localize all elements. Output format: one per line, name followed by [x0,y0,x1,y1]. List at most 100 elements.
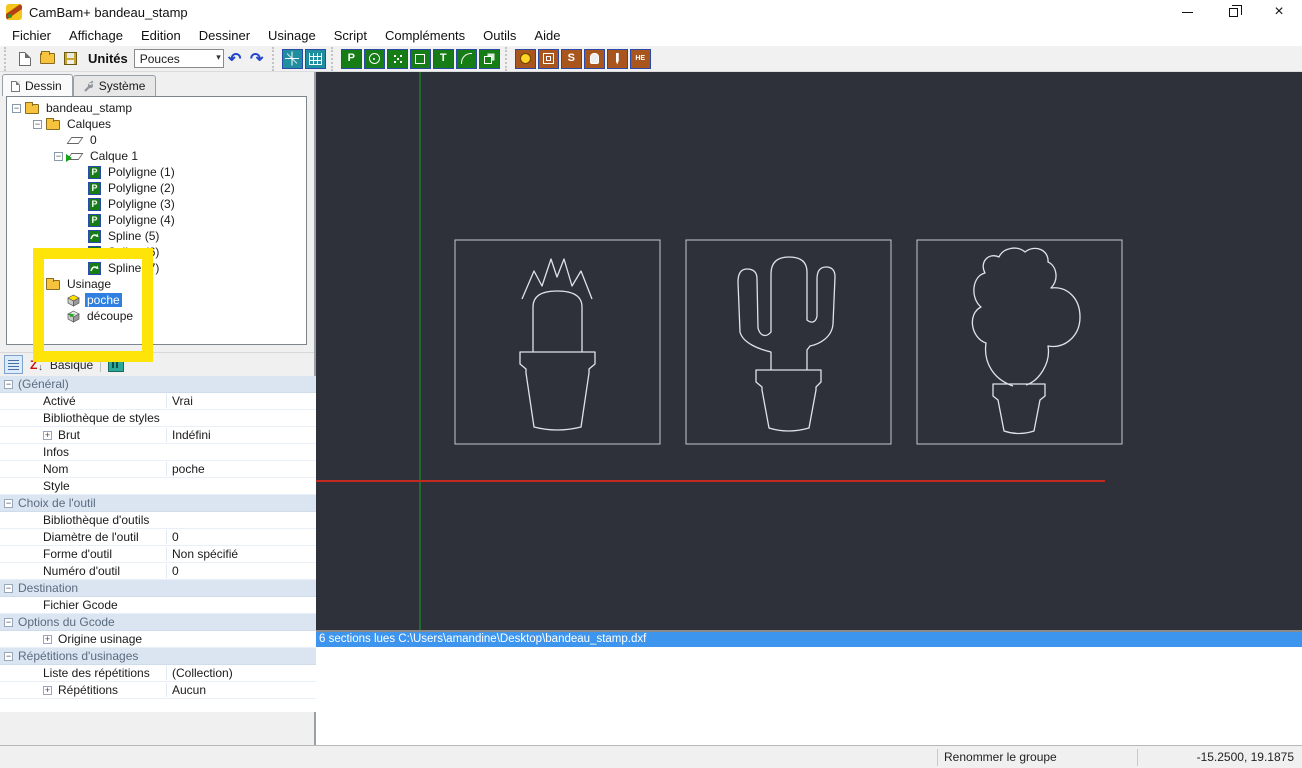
engrave-op-button[interactable]: S [560,48,582,69]
tree-label[interactable]: Spline (5) [106,229,161,243]
pocket-op-button[interactable] [514,48,536,69]
tree-row-polyline3[interactable]: P Polyligne (3) [7,196,306,212]
property-category[interactable]: − Répétitions d'usinages [0,648,316,665]
property-row[interactable]: Fichier Gcode [0,597,316,614]
property-value[interactable]: (Collection) [166,666,316,680]
tree-label[interactable]: Polyligne (1) [106,165,177,179]
tree-row-layer0[interactable]: 0 [7,132,306,148]
redo-button[interactable]: ↷ [247,49,267,69]
property-row[interactable]: Diamètre de l'outil 0 [0,529,316,546]
drawing-canvas[interactable] [316,72,1302,630]
property-row[interactable]: + Origine usinage [0,631,316,648]
expand-icon[interactable]: + [43,685,52,695]
property-row[interactable]: Numéro d'outil 0 [0,563,316,580]
tree-row-spline5[interactable]: Spline (5) [7,228,306,244]
expand-icon[interactable]: + [43,634,52,644]
tab-dessin[interactable]: Dessin [2,74,73,96]
show-axes-button[interactable] [281,48,303,69]
tree-row-root[interactable]: − bandeau_stamp [7,100,306,116]
draw-circle-button[interactable] [363,48,385,69]
menu-fichier[interactable]: Fichier [3,26,60,45]
tree-label[interactable]: Polyligne (2) [106,181,177,195]
expander-icon[interactable]: − [33,119,42,129]
tree-label[interactable]: Polyligne (4) [106,213,177,227]
property-row[interactable]: Forme d'outil Non spécifié [0,546,316,563]
tree-row-calque1[interactable]: − Calque 1 [7,148,306,164]
property-category[interactable]: − Destination [0,580,316,597]
collapse-icon[interactable]: − [4,379,13,389]
property-row[interactable]: Activé Vrai [0,393,316,410]
frame-square-3[interactable] [916,239,1123,445]
cactus-1-drawing[interactable] [519,258,596,431]
property-row[interactable]: Infos [0,444,316,461]
drill-op-button[interactable] [606,48,628,69]
combo-dropdown-icon[interactable]: ▾ [216,52,221,63]
menu-aide[interactable]: Aide [525,26,569,45]
tree-row-polyline4[interactable]: P Polyligne (4) [7,212,306,228]
collapse-icon[interactable]: − [4,617,13,627]
new-file-button[interactable] [14,49,35,69]
frame-square-2[interactable] [685,239,892,445]
property-value[interactable]: Aucun [166,683,316,697]
collapse-icon[interactable]: − [4,498,13,508]
save-file-button[interactable] [60,49,81,69]
tree-label[interactable]: Calque 1 [88,149,140,163]
menu-complements[interactable]: Compléments [376,26,474,45]
property-row[interactable]: Nom poche [0,461,316,478]
menu-edition[interactable]: Edition [132,26,190,45]
tree-label[interactable]: bandeau_stamp [44,101,134,115]
property-row[interactable]: + Répétitions Aucun [0,682,316,699]
tree-label[interactable]: 0 [88,133,99,147]
draw-points-button[interactable] [386,48,408,69]
tree-row-calques[interactable]: − Calques [7,116,306,132]
tree-row-polyline2[interactable]: P Polyligne (2) [7,180,306,196]
property-row[interactable]: Bibliothèque d'outils [0,512,316,529]
draw-text-button[interactable]: T [432,48,454,69]
restore-button[interactable] [1210,0,1256,24]
tree-row-polyline1[interactable]: P Polyligne (1) [7,164,306,180]
menu-script[interactable]: Script [325,26,376,45]
close-button[interactable]: × [1256,0,1302,24]
units-combobox[interactable]: Pouces ▾ [133,49,224,68]
open-file-button[interactable] [37,49,58,69]
tree-label[interactable]: Calques [65,117,113,131]
property-category[interactable]: − Choix de l'outil [0,495,316,512]
property-value[interactable]: Non spécifié [166,547,316,561]
draw-surface-button[interactable] [478,48,500,69]
property-row[interactable]: Style [0,478,316,495]
expander-icon[interactable]: − [12,103,21,113]
property-value[interactable]: poche [166,462,316,476]
undo-button[interactable]: ↶ [225,49,245,69]
cactus-2-drawing[interactable] [737,256,836,432]
property-value[interactable]: Indéfini [166,428,316,442]
collapse-icon[interactable]: − [4,651,13,661]
menu-usinage[interactable]: Usinage [259,26,325,45]
property-row[interactable]: Bibliothèque de styles [0,410,316,427]
menu-dessiner[interactable]: Dessiner [190,26,259,45]
gcode-op-button[interactable]: HE [629,48,651,69]
menu-outils[interactable]: Outils [474,26,525,45]
property-value[interactable]: 0 [166,530,316,544]
cactus-3-drawing[interactable] [971,247,1081,435]
tree-label[interactable]: Polyligne (3) [106,197,177,211]
draw-arc-button[interactable] [455,48,477,69]
property-value[interactable]: Vrai [166,394,316,408]
menu-affichage[interactable]: Affichage [60,26,132,45]
property-value[interactable]: 0 [166,564,316,578]
property-category[interactable]: − Options du Gcode [0,614,316,631]
property-row[interactable]: Liste des répétitions (Collection) [0,665,316,682]
property-row[interactable]: + Brut Indéfini [0,427,316,444]
property-category[interactable]: − (Général) [0,376,316,393]
expander-icon[interactable]: − [54,151,63,161]
frame-square-1[interactable] [454,239,661,445]
log-line-selected[interactable]: 6 sections lues C:\Users\amandine\Deskto… [316,632,1302,647]
lathe-op-button[interactable] [583,48,605,69]
categorized-view-button[interactable] [4,355,23,374]
draw-rectangle-button[interactable] [409,48,431,69]
expand-icon[interactable]: + [43,430,52,440]
draw-polyline-button[interactable]: P [340,48,362,69]
collapse-icon[interactable]: − [4,583,13,593]
profile-op-button[interactable] [537,48,559,69]
tab-systeme[interactable]: Système [72,75,157,96]
show-grid-button[interactable] [304,48,326,69]
